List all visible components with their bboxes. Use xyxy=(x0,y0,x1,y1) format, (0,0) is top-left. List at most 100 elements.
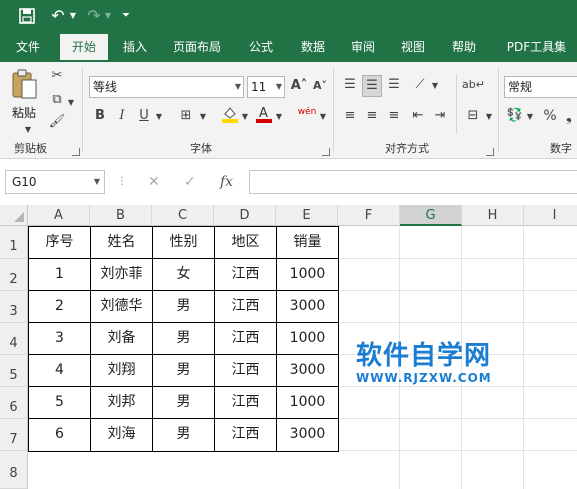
merge-center-icon[interactable]: ⊟ xyxy=(462,106,484,126)
table-header-cell[interactable]: 姓名 xyxy=(91,227,153,259)
select-all-button[interactable] xyxy=(0,205,28,226)
italic-icon[interactable]: I xyxy=(114,106,130,126)
align-right-icon[interactable]: ≡ xyxy=(384,106,404,126)
column-header-d[interactable]: D xyxy=(214,205,276,226)
tab-help[interactable]: 帮助 xyxy=(441,32,487,62)
table-cell[interactable]: 男 xyxy=(153,419,215,452)
table-cell[interactable]: 江西 xyxy=(215,355,277,387)
tab-formulas[interactable]: 公式 xyxy=(238,32,284,62)
column-header-h[interactable]: H xyxy=(462,205,524,226)
table-cell[interactable]: 江西 xyxy=(215,419,277,452)
table-cell[interactable]: 3 xyxy=(29,323,91,355)
enter-icon[interactable]: ✓ xyxy=(184,172,196,192)
align-center-icon[interactable]: ≡ xyxy=(362,106,382,126)
increase-indent-icon[interactable]: ⇥ xyxy=(430,106,450,126)
phonetic-icon[interactable]: wén xyxy=(296,102,318,122)
alignment-launcher-icon[interactable] xyxy=(486,148,494,156)
increase-font-icon[interactable]: A˄ xyxy=(290,76,308,96)
column-header-c[interactable]: C xyxy=(152,205,214,226)
row-header-7[interactable]: 7 xyxy=(0,419,28,451)
column-header-a[interactable]: A xyxy=(28,205,90,226)
worksheet-grid[interactable]: A B C D E F G H I 1 2 3 4 5 6 7 8 序号 姓名 … xyxy=(0,205,577,489)
borders-dropdown-icon[interactable]: ▼ xyxy=(198,107,208,127)
table-cell[interactable]: 男 xyxy=(153,291,215,323)
table-cell[interactable]: 1000 xyxy=(277,323,339,355)
table-header-cell[interactable]: 序号 xyxy=(29,227,91,259)
fill-color-icon[interactable] xyxy=(220,104,240,131)
table-cell[interactable]: 刘德华 xyxy=(91,291,153,323)
underline-dropdown-icon[interactable]: ▼ xyxy=(154,107,164,127)
table-cell[interactable]: 5 xyxy=(29,387,91,419)
table-cell[interactable]: 1000 xyxy=(277,259,339,291)
table-cell[interactable]: 刘海 xyxy=(91,419,153,452)
row-header-3[interactable]: 3 xyxy=(0,291,28,323)
table-cell[interactable]: 3000 xyxy=(277,419,339,452)
row-header-4[interactable]: 4 xyxy=(0,323,28,355)
align-middle-icon[interactable]: ☰ xyxy=(362,75,382,97)
table-cell[interactable]: 江西 xyxy=(215,387,277,419)
paste-label[interactable]: 粘贴 xyxy=(12,104,36,121)
column-header-f[interactable]: F xyxy=(338,205,400,226)
font-color-dropdown-icon[interactable]: ▼ xyxy=(274,107,284,127)
table-cell[interactable]: 男 xyxy=(153,323,215,355)
font-launcher-icon[interactable] xyxy=(322,148,330,156)
tab-pdf-tools[interactable]: PDF工具集 xyxy=(496,32,577,62)
undo-dropdown-icon[interactable]: ▼ xyxy=(68,6,78,26)
table-cell[interactable]: 2 xyxy=(29,291,91,323)
formula-input[interactable] xyxy=(249,170,577,194)
align-bottom-icon[interactable]: ☰ xyxy=(384,75,404,95)
tab-data[interactable]: 数据 xyxy=(290,32,336,62)
cancel-icon[interactable]: ✕ xyxy=(148,172,160,192)
number-format-combo[interactable]: 常规 xyxy=(504,76,577,98)
row-header-2[interactable]: 2 xyxy=(0,259,28,291)
percent-icon[interactable]: % xyxy=(540,106,560,126)
table-cell[interactable]: 江西 xyxy=(215,291,277,323)
save-icon[interactable] xyxy=(16,6,38,30)
table-header-cell[interactable]: 销量 xyxy=(277,227,339,259)
comma-style-icon[interactable]: ❟ xyxy=(562,106,576,126)
paste-icon[interactable] xyxy=(8,68,40,102)
accounting-dropdown-icon[interactable]: ▼ xyxy=(525,107,535,127)
fill-color-dropdown-icon[interactable]: ▼ xyxy=(240,107,250,127)
table-cell[interactable]: 4 xyxy=(29,355,91,387)
underline-icon[interactable]: U xyxy=(136,106,152,126)
column-header-g[interactable]: G xyxy=(400,205,462,226)
table-cell[interactable]: 3000 xyxy=(277,355,339,387)
clipboard-launcher-icon[interactable] xyxy=(72,148,80,156)
decrease-font-icon[interactable]: A˅ xyxy=(311,76,329,96)
table-cell[interactable]: 1000 xyxy=(277,387,339,419)
table-cell[interactable]: 刘亦菲 xyxy=(91,259,153,291)
font-name-combo[interactable]: 等线 ▼ xyxy=(89,76,244,98)
column-header-i[interactable]: I xyxy=(524,205,577,226)
orientation-icon[interactable]: ⟋ xyxy=(410,75,430,95)
phonetic-dropdown-icon[interactable]: ▼ xyxy=(318,107,328,127)
tab-page-layout[interactable]: 页面布局 xyxy=(166,32,228,62)
table-cell[interactable]: 江西 xyxy=(215,323,277,355)
orientation-dropdown-icon[interactable]: ▼ xyxy=(430,76,440,96)
font-size-combo[interactable]: 11 ▼ xyxy=(247,76,285,98)
column-header-b[interactable]: B xyxy=(90,205,152,226)
cut-icon[interactable]: ✂ xyxy=(46,66,68,86)
customize-icon[interactable]: ⏷ xyxy=(120,6,132,26)
row-header-5[interactable]: 5 xyxy=(0,355,28,387)
table-header-cell[interactable]: 性别 xyxy=(153,227,215,259)
redo-dropdown-icon[interactable]: ▼ xyxy=(103,6,113,26)
decrease-indent-icon[interactable]: ⇤ xyxy=(408,106,428,126)
copy-dropdown-icon[interactable]: ▼ xyxy=(66,93,76,113)
undo-icon[interactable]: ↶ xyxy=(48,6,68,26)
tab-view[interactable]: 视图 xyxy=(390,32,436,62)
borders-icon[interactable]: ⊞ xyxy=(176,106,196,126)
row-header-8[interactable]: 8 xyxy=(0,451,28,489)
row-header-6[interactable]: 6 xyxy=(0,387,28,419)
name-box[interactable]: G10 ▼ xyxy=(5,170,105,194)
table-cell[interactable]: 刘邦 xyxy=(91,387,153,419)
column-header-e[interactable]: E xyxy=(276,205,338,226)
table-cell[interactable]: 男 xyxy=(153,387,215,419)
table-cell[interactable]: 刘翔 xyxy=(91,355,153,387)
table-cell[interactable]: 女 xyxy=(153,259,215,291)
table-cell[interactable]: 6 xyxy=(29,419,91,452)
merge-dropdown-icon[interactable]: ▼ xyxy=(484,107,494,127)
wrap-text-icon[interactable]: ab↵ xyxy=(462,75,485,95)
table-header-cell[interactable]: 地区 xyxy=(215,227,277,259)
table-cell[interactable]: 刘备 xyxy=(91,323,153,355)
